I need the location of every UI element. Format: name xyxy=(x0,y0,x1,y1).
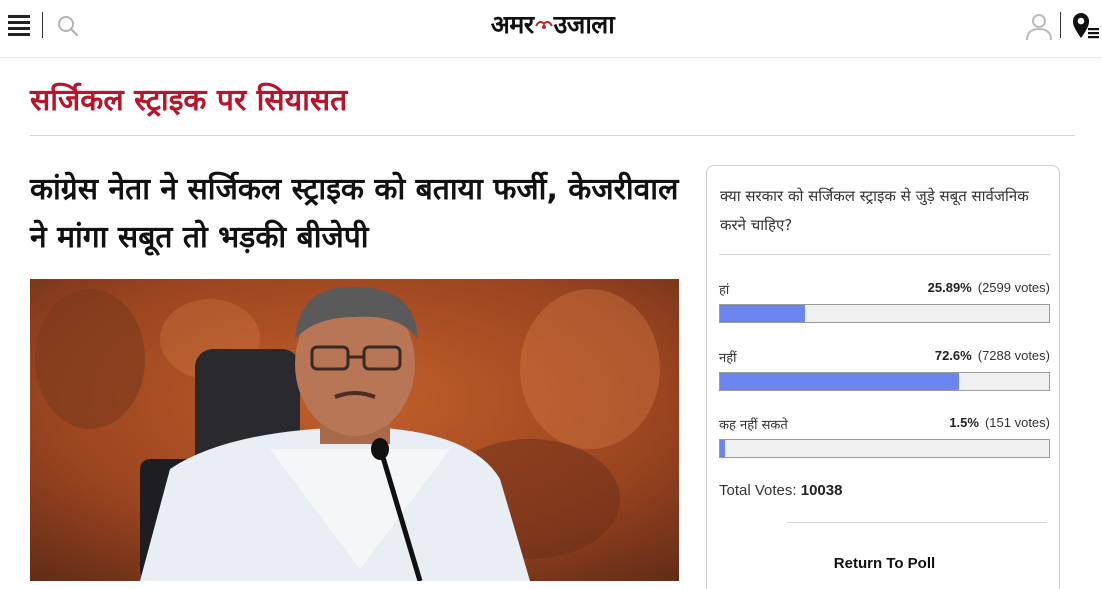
poll-option-bar-fill xyxy=(720,305,806,322)
poll-option-percent: 72.6% xyxy=(934,348,972,363)
poll-option-bar xyxy=(719,439,1050,458)
poll-option-bar-fill xyxy=(720,373,959,390)
logo-text-left: अमर xyxy=(490,10,534,39)
poll-option-label: नहीं xyxy=(719,351,737,366)
hamburger-menu-icon[interactable] xyxy=(8,15,30,36)
header-divider-right xyxy=(1060,12,1061,38)
poll-total-votes: Total Votes: 10038 xyxy=(719,482,842,499)
poll-option-votes: (7288 votes) xyxy=(977,348,1050,363)
logo-text-right: उजाला xyxy=(553,10,615,39)
poll-option-label: हां xyxy=(719,283,730,298)
section-divider xyxy=(30,135,1075,136)
user-icon[interactable] xyxy=(1024,11,1054,41)
poll-option-votes: (151 votes) xyxy=(984,415,1050,430)
poll-option-bar xyxy=(719,304,1050,323)
article-image[interactable] xyxy=(30,279,679,581)
poll-option-label: कह नहीं सकते xyxy=(719,418,788,433)
poll-divider-bottom xyxy=(787,522,1047,523)
poll-option-votes: (2599 votes) xyxy=(977,280,1050,295)
top-navigation-bar: अमर उजाला xyxy=(0,0,1102,58)
poll-option-stats: 25.89% (2599 votes) xyxy=(928,280,1050,295)
location-pin-icon[interactable] xyxy=(1071,11,1101,41)
header-divider xyxy=(42,12,43,38)
site-logo[interactable]: अमर उजाला xyxy=(430,6,675,42)
poll-option-bar xyxy=(719,372,1050,391)
search-icon[interactable] xyxy=(56,14,80,38)
poll-option-stats: 1.5% (151 votes) xyxy=(949,415,1050,430)
poll-option-percent: 25.89% xyxy=(927,280,972,295)
logo-emblem-icon xyxy=(534,20,553,29)
poll-results-card: क्या सरकार को सर्जिकल स्ट्राइक से जुड़े … xyxy=(706,165,1060,589)
poll-question: क्या सरकार को सर्जिकल स्ट्राइक से जुड़े … xyxy=(720,187,1029,234)
article-headline[interactable]: कांग्रेस नेता ने सर्जिकल स्ट्राइक को बता… xyxy=(30,166,695,262)
return-to-poll-button[interactable]: Return To Poll xyxy=(719,555,1050,572)
poll-option-stats: 72.6% (7288 votes) xyxy=(935,348,1050,363)
poll-option-percent: 1.5% xyxy=(949,415,979,430)
section-title[interactable]: सर्जिकल स्ट्राइक पर सियासत xyxy=(30,78,347,119)
poll-divider xyxy=(719,254,1050,255)
poll-option-bar-fill xyxy=(720,440,725,457)
poll-total-label: Total Votes: xyxy=(719,482,797,499)
poll-total-value: 10038 xyxy=(800,482,843,499)
